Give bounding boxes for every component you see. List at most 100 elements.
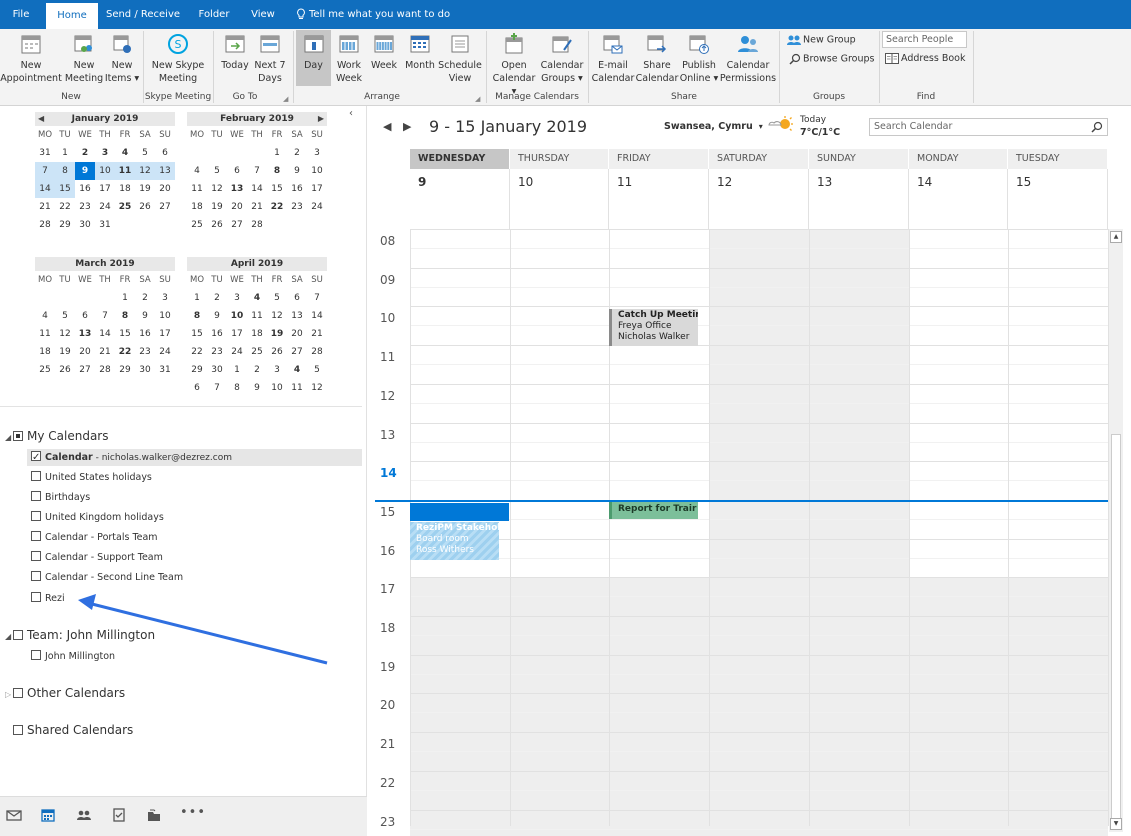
day-cell[interactable]: 17	[95, 180, 115, 198]
day-cell[interactable]: 20	[287, 325, 307, 343]
day-cell[interactable]: 28	[247, 216, 267, 234]
day-cell[interactable]: 23	[135, 343, 155, 361]
day-cell[interactable]: 6	[187, 379, 207, 397]
dialog-launcher-icon[interactable]: ◢	[283, 95, 288, 103]
day-cell[interactable]: 4	[187, 162, 207, 180]
day-cell[interactable]: 27	[227, 216, 247, 234]
day-cell[interactable]: 10	[155, 307, 175, 325]
vertical-scrollbar[interactable]: ▲ ▼	[1109, 229, 1123, 832]
view-week-button[interactable]: Week	[367, 32, 401, 72]
mail-icon[interactable]	[6, 807, 22, 823]
day-cell[interactable]: 24	[95, 198, 115, 216]
new-group-button[interactable]: New Group	[787, 34, 856, 46]
day-header[interactable]: FRIDAY	[609, 149, 709, 169]
day-header[interactable]: SATURDAY	[709, 149, 809, 169]
day-header[interactable]: THURSDAY	[510, 149, 609, 169]
day-cell[interactable]: 10	[267, 379, 287, 397]
day-cell[interactable]: 2	[135, 289, 155, 307]
day-cell[interactable]: 21	[35, 198, 55, 216]
day-number[interactable]: 15	[1008, 169, 1108, 230]
day-cell[interactable]: 28	[95, 361, 115, 379]
calendar-item[interactable]: John Millington	[31, 650, 115, 662]
view-day-button[interactable]: Day	[296, 30, 331, 86]
calendar-groups-button[interactable]: Calendar Groups ▾	[539, 32, 585, 85]
calendar-checkbox[interactable]	[31, 592, 41, 602]
calendar-checkbox[interactable]	[31, 531, 41, 541]
day-cell[interactable]: 11	[247, 307, 267, 325]
day-cell[interactable]: 22	[115, 343, 135, 361]
calendar-checkbox[interactable]	[31, 650, 41, 660]
day-number[interactable]: 14	[909, 169, 1008, 230]
day-cell[interactable]: 25	[247, 343, 267, 361]
day-cell[interactable]: 11	[287, 379, 307, 397]
calendar-checkbox[interactable]	[31, 551, 41, 561]
selected-time-slot[interactable]	[410, 503, 509, 521]
day-cell[interactable]: 15	[267, 180, 287, 198]
day-cell[interactable]: 7	[247, 162, 267, 180]
day-cell[interactable]: 13	[75, 325, 95, 343]
new-appointment-button[interactable]: New Appointment	[0, 32, 62, 85]
day-cell[interactable]: 8	[55, 162, 75, 180]
day-cell[interactable]: 4	[247, 289, 267, 307]
day-cell[interactable]: 31	[95, 216, 115, 234]
search-people-input[interactable]: Search People	[882, 31, 967, 48]
address-book-button[interactable]: Address Book	[885, 53, 966, 64]
day-cell[interactable]: 4	[287, 361, 307, 379]
calendar-checkbox[interactable]	[31, 449, 41, 466]
day-header[interactable]: MONDAY	[909, 149, 1008, 169]
day-cell[interactable]: 21	[95, 343, 115, 361]
calendar-item[interactable]: Calendar - Second Line Team	[31, 571, 183, 583]
browse-groups-button[interactable]: Browse Groups	[789, 53, 874, 65]
day-cell[interactable]: 11	[115, 162, 135, 180]
day-cell[interactable]: 1	[227, 361, 247, 379]
day-cell[interactable]: 6	[75, 307, 95, 325]
day-cell[interactable]: 21	[247, 198, 267, 216]
day-cell[interactable]: 12	[207, 180, 227, 198]
expanded-triangle-icon[interactable]: ◢	[5, 433, 13, 442]
more-options-icon[interactable]: •••	[180, 805, 205, 821]
day-cell[interactable]: 6	[287, 289, 307, 307]
day-cell[interactable]: 31	[35, 144, 55, 162]
day-cell[interactable]: 15	[187, 325, 207, 343]
folder-group-other[interactable]: ▷ Other Calendars	[5, 686, 125, 700]
day-cell[interactable]: 15	[115, 325, 135, 343]
day-cell[interactable]: 5	[267, 289, 287, 307]
day-cell[interactable]: 16	[287, 180, 307, 198]
event-catch-up-meeting[interactable]: Catch Up Meeting Freya Office Nicholas W…	[609, 309, 698, 346]
day-cell[interactable]: 19	[55, 343, 75, 361]
day-cell[interactable]: 15	[55, 180, 75, 198]
prev-month-icon[interactable]: ◀	[38, 112, 44, 126]
day-number[interactable]: 10	[510, 169, 609, 230]
day-cell[interactable]: 23	[207, 343, 227, 361]
day-cell[interactable]: 30	[207, 361, 227, 379]
day-cell[interactable]: 26	[135, 198, 155, 216]
day-cell[interactable]: 22	[267, 198, 287, 216]
new-items-button[interactable]: New Items ▾	[104, 32, 140, 85]
day-cell[interactable]: 1	[55, 144, 75, 162]
day-cell[interactable]: 10	[227, 307, 247, 325]
day-cell[interactable]: 8	[115, 307, 135, 325]
day-cell[interactable]: 3	[155, 289, 175, 307]
day-cell[interactable]: 28	[307, 343, 327, 361]
day-header[interactable]: WEDNESDAY	[410, 149, 510, 169]
day-cell[interactable]: 23	[287, 198, 307, 216]
calendar-item[interactable]: Birthdays	[31, 491, 90, 503]
day-cell[interactable]: 29	[115, 361, 135, 379]
day-cell[interactable]: 9	[247, 379, 267, 397]
calendar-item[interactable]: Calendar - Portals Team	[31, 531, 158, 543]
open-calendar-button[interactable]: Open Calendar ▾	[490, 32, 538, 98]
people-icon[interactable]	[76, 807, 92, 823]
scroll-thumb[interactable]	[1111, 434, 1121, 829]
folder-group-team[interactable]: ◢ Team: John Millington	[5, 628, 155, 642]
tell-me-search[interactable]: Tell me what you want to do	[296, 0, 450, 29]
calendar-checkbox[interactable]	[31, 491, 41, 501]
calendar-checkbox[interactable]	[31, 471, 41, 481]
day-cell[interactable]: 7	[95, 307, 115, 325]
day-cell[interactable]: 18	[115, 180, 135, 198]
day-cell[interactable]: 3	[95, 144, 115, 162]
day-cell[interactable]: 17	[155, 325, 175, 343]
day-cell[interactable]: 20	[75, 343, 95, 361]
day-cell[interactable]: 10	[95, 162, 115, 180]
share-calendar-button[interactable]: Share Calendar	[635, 32, 679, 85]
day-cell[interactable]: 20	[227, 198, 247, 216]
